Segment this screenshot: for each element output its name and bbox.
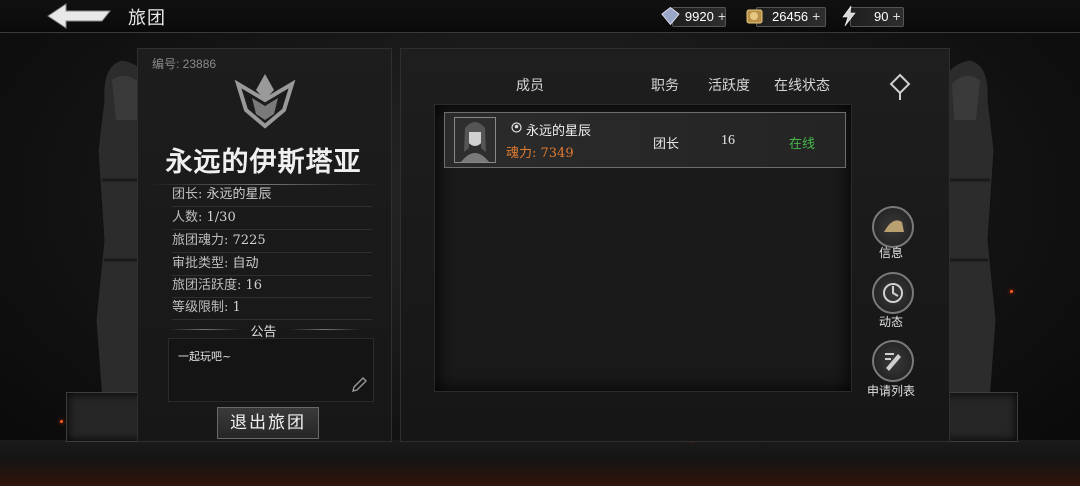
- info-value: 永远的星辰: [206, 187, 272, 202]
- member-activity: 16: [721, 133, 735, 148]
- info-row-members: 人数: 1/30: [172, 207, 372, 230]
- member-power: 魂力: 7349: [506, 146, 574, 161]
- apply-list-icon: [885, 353, 901, 371]
- info-key: 等级限制:: [172, 300, 229, 315]
- info-key: 审批类型:: [172, 256, 229, 271]
- guild-id: 编号: 23886: [152, 57, 217, 71]
- member-avatar: [454, 117, 496, 163]
- back-arrow-icon[interactable]: [44, 2, 114, 30]
- info-icon: [884, 220, 904, 232]
- info-key: 人数:: [172, 210, 203, 225]
- column-header-member: 成员: [516, 78, 544, 94]
- apply-list-button[interactable]: [872, 340, 914, 382]
- news-button[interactable]: [872, 272, 914, 314]
- info-value: 1/30: [206, 210, 236, 225]
- diamond-add-button[interactable]: +: [718, 8, 726, 24]
- news-icon: [883, 283, 903, 303]
- info-key: 旅团活跃度:: [172, 278, 242, 293]
- info-value: 16: [245, 278, 263, 293]
- news-label: 动态: [878, 315, 903, 329]
- energy-value: 90: [874, 8, 889, 24]
- info-row-leader: 团长: 永远的星辰: [172, 184, 372, 207]
- ember: [60, 420, 63, 423]
- info-button[interactable]: [872, 206, 914, 248]
- member-name: 永远的星辰: [526, 124, 592, 139]
- diamond-value: 9920: [684, 8, 714, 24]
- floor-glow: [0, 458, 1080, 486]
- member-status: 在线: [789, 137, 816, 152]
- energy-icon: [842, 5, 856, 27]
- gold-value: 26456: [772, 8, 809, 24]
- gold-resource[interactable]: 26456 +: [744, 5, 826, 27]
- notice-text: 一起玩吧~: [178, 350, 232, 363]
- diamond-resource[interactable]: 9920 +: [660, 5, 726, 27]
- column-header-status: 在线状态: [774, 78, 830, 94]
- info-value: 7225: [232, 233, 266, 248]
- energy-add-button[interactable]: +: [892, 8, 900, 24]
- info-key: 团长:: [172, 187, 203, 202]
- member-row[interactable]: [444, 112, 846, 168]
- gold-add-button[interactable]: +: [812, 8, 820, 24]
- info-value: 自动: [232, 256, 259, 271]
- info-key: 旅团魂力:: [172, 233, 229, 248]
- settings-icon[interactable]: [889, 73, 911, 101]
- guild-name: 永远的伊斯塔亚: [165, 147, 362, 178]
- info-row-level-limit: 等级限制: 1: [172, 297, 372, 320]
- info-row-activity: 旅团活跃度: 16: [172, 275, 372, 298]
- member-role: 团长: [653, 137, 680, 152]
- energy-resource[interactable]: 90 +: [838, 5, 904, 27]
- guild-emblem-icon: [234, 74, 296, 129]
- diamond-icon: [661, 6, 680, 26]
- page-title: 旅团: [128, 8, 166, 29]
- info-row-approval: 审批类型: 自动: [172, 253, 372, 276]
- column-header-role: 职务: [651, 78, 679, 94]
- gold-icon: [746, 9, 763, 24]
- info-value: 1: [232, 300, 241, 315]
- column-header-activity: 活跃度: [708, 78, 750, 94]
- edit-notice-icon[interactable]: [350, 376, 368, 394]
- ember: [1010, 290, 1013, 293]
- apply-list-label: 申请列表: [866, 384, 915, 398]
- info-label: 信息: [878, 246, 903, 260]
- leader-badge-icon: [511, 122, 522, 133]
- leave-guild-button[interactable]: 退出旅团: [217, 407, 319, 439]
- info-row-power: 旅团魂力: 7225: [172, 230, 372, 253]
